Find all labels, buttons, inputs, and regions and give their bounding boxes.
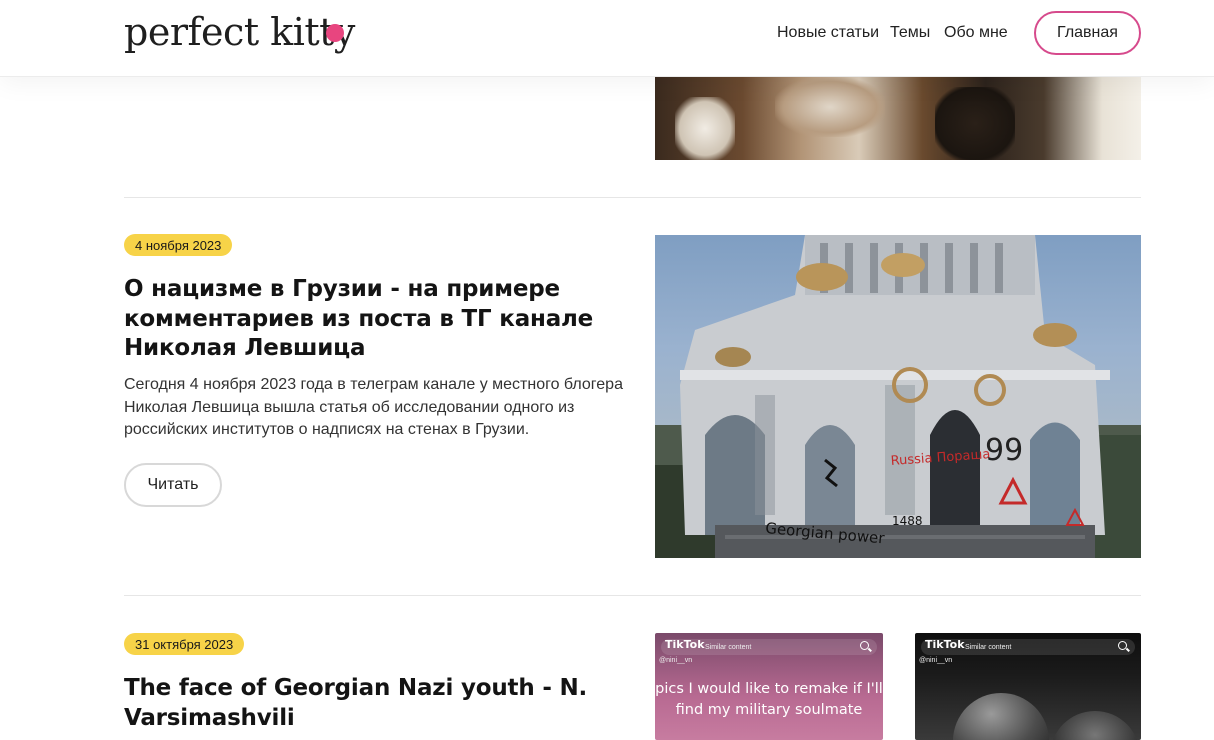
tiktok-caption: pics I would like to remake if I'll find…	[655, 681, 883, 718]
image-detail	[675, 97, 735, 160]
search-icon	[1118, 641, 1127, 650]
graffiti-1488: 1488	[892, 514, 923, 528]
tiktok-username: @nini__vn	[659, 657, 693, 664]
graffiti-99: 99	[985, 433, 1023, 468]
article-date-badge: 4 ноября 2023	[124, 234, 233, 256]
article-date-badge: 31 октября 2023	[124, 633, 245, 655]
tiktok-username: @nini__vn	[919, 657, 953, 664]
tiktok-logo-icon: TikTok	[665, 638, 705, 651]
nav-new-articles[interactable]: Новые статьи	[777, 24, 879, 42]
site-header: perfect kitty Новые статьи Темы Обо мне …	[0, 0, 1214, 77]
nav-topics[interactable]: Темы	[890, 24, 930, 42]
person-figure	[1050, 711, 1140, 740]
article-divider	[124, 197, 1141, 198]
helmet-figure	[953, 693, 1049, 740]
logo-dot-icon	[326, 24, 344, 42]
article-excerpt: Сегодня 4 ноября 2023 года в телеграм ка…	[124, 376, 623, 438]
image-detail	[775, 77, 885, 137]
tiktok-subtitle: Similar content	[705, 644, 752, 651]
tiktok-thumbnail[interactable]: TikTok Similar content @nini__vn	[915, 633, 1141, 740]
home-button[interactable]: Главная	[1034, 11, 1141, 55]
read-button[interactable]: Читать	[124, 463, 222, 507]
previous-article-image[interactable]	[655, 77, 1141, 160]
article-divider	[124, 595, 1141, 596]
article-image[interactable]: Georgian power Russia Пораша 1488 99	[655, 235, 1141, 558]
tiktok-subtitle: Similar content	[965, 644, 1012, 651]
article-title[interactable]: О нацизме в Грузии - на примере коммента…	[124, 275, 624, 364]
tiktok-thumbnail[interactable]: TikTok Similar content @nini__vn pics I …	[655, 633, 883, 740]
site-logo[interactable]: perfect kitty	[124, 8, 355, 56]
nav-about[interactable]: Обо мне	[944, 24, 1008, 42]
article-image-graphic: Georgian power Russia Пораша 1488 99	[655, 235, 1141, 558]
image-detail	[935, 87, 1015, 160]
tiktok-logo-icon: TikTok	[925, 638, 965, 651]
search-icon	[860, 641, 869, 650]
article-title[interactable]: The face of Georgian Nazi youth - N. Var…	[124, 674, 624, 733]
